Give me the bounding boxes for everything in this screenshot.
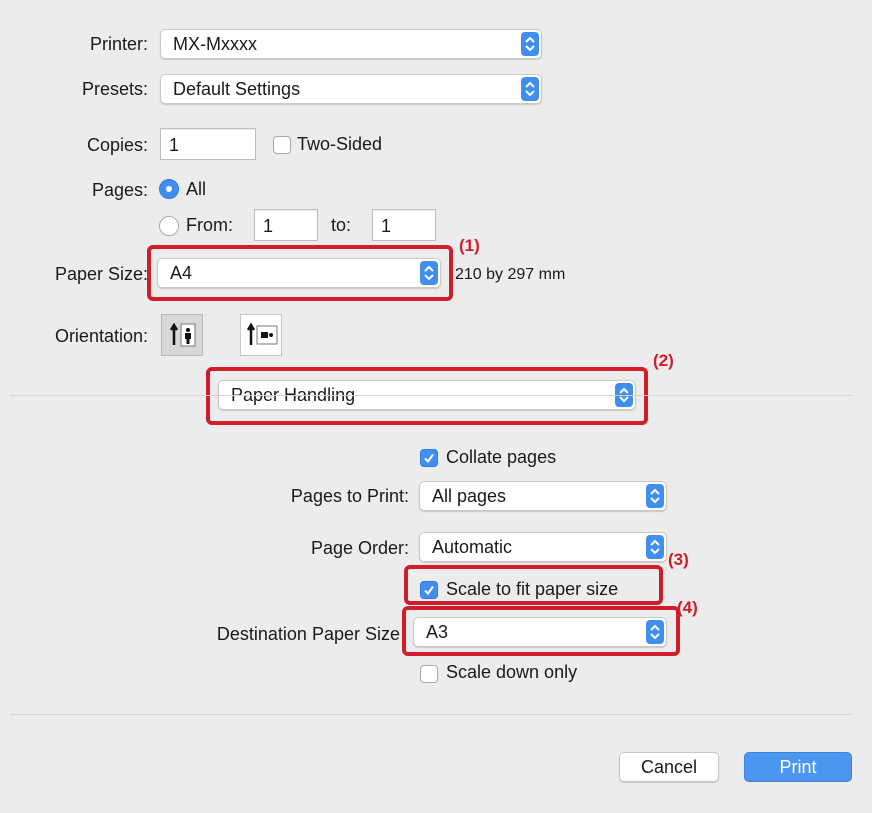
paper-size-label: Paper Size:	[54, 264, 148, 284]
cancel-button[interactable]: Cancel	[619, 752, 719, 782]
callout-box-4	[402, 606, 680, 656]
callout-box-3	[404, 565, 663, 605]
pages-to-value: 1	[381, 216, 392, 236]
paper-size-dimensions: 210 by 297 mm	[455, 266, 566, 283]
pages-from-value: 1	[263, 216, 274, 236]
copies-field[interactable]: 1	[160, 128, 256, 160]
pages-from-radio[interactable]	[159, 216, 179, 236]
pages-to-print-popup[interactable]: All pages	[419, 481, 667, 511]
pages-to-field[interactable]: 1	[372, 209, 436, 241]
pages-to-label: to:	[331, 215, 352, 235]
pages-to-print-label: Pages to Print:	[290, 486, 409, 506]
collate-checkbox[interactable]	[420, 449, 438, 467]
page-order-value: Automatic	[432, 537, 513, 557]
pages-label: Pages:	[91, 180, 148, 200]
copies-value: 1	[169, 135, 180, 155]
print-button[interactable]: Print	[744, 752, 852, 782]
checkmark-icon	[424, 453, 434, 464]
up-down-chevron-icon	[521, 77, 539, 101]
callout-box-2	[206, 367, 648, 425]
orientation-landscape-button[interactable]	[240, 314, 282, 356]
two-sided-label: Two-Sided	[297, 134, 383, 154]
destination-paper-size-label: Destination Paper Size	[216, 624, 400, 644]
scale-down-only-label: Scale down only	[446, 662, 578, 682]
callout-marker-3: (3)	[668, 550, 689, 569]
pages-from-field[interactable]: 1	[254, 209, 318, 241]
presets-value: Default Settings	[173, 79, 301, 99]
orientation-portrait-button[interactable]	[161, 314, 203, 356]
printer-popup[interactable]: MX-Mxxxx	[160, 29, 542, 59]
printer-label: Printer:	[89, 34, 148, 54]
section-divider	[10, 395, 852, 396]
callout-marker-4: (4)	[677, 598, 698, 617]
up-down-chevron-icon	[646, 484, 664, 508]
cancel-button-label: Cancel	[640, 757, 698, 777]
pages-all-radio[interactable]	[159, 179, 179, 199]
copies-label: Copies:	[86, 135, 148, 155]
orientation-label: Orientation:	[54, 326, 148, 346]
up-down-chevron-icon	[521, 32, 539, 56]
collate-label: Collate pages	[446, 447, 557, 467]
landscape-orientation-icon	[246, 322, 278, 345]
printer-value: MX-Mxxxx	[173, 34, 257, 54]
up-down-chevron-icon	[646, 535, 664, 559]
page-order-popup[interactable]: Automatic	[419, 532, 667, 562]
pages-all-label: All	[186, 179, 207, 199]
callout-marker-2: (2)	[653, 351, 674, 370]
portrait-orientation-icon	[169, 322, 196, 347]
footer-divider	[10, 714, 852, 715]
callout-marker-1: (1)	[459, 236, 480, 255]
pages-from-label: From:	[186, 215, 233, 235]
presets-popup[interactable]: Default Settings	[160, 74, 542, 104]
two-sided-checkbox[interactable]	[273, 136, 291, 154]
scale-down-only-checkbox[interactable]	[420, 665, 438, 683]
page-order-label: Page Order:	[310, 538, 409, 558]
callout-box-1	[147, 245, 453, 301]
presets-label: Presets:	[81, 79, 148, 99]
print-button-label: Print	[779, 757, 817, 777]
pages-to-print-value: All pages	[432, 486, 507, 506]
